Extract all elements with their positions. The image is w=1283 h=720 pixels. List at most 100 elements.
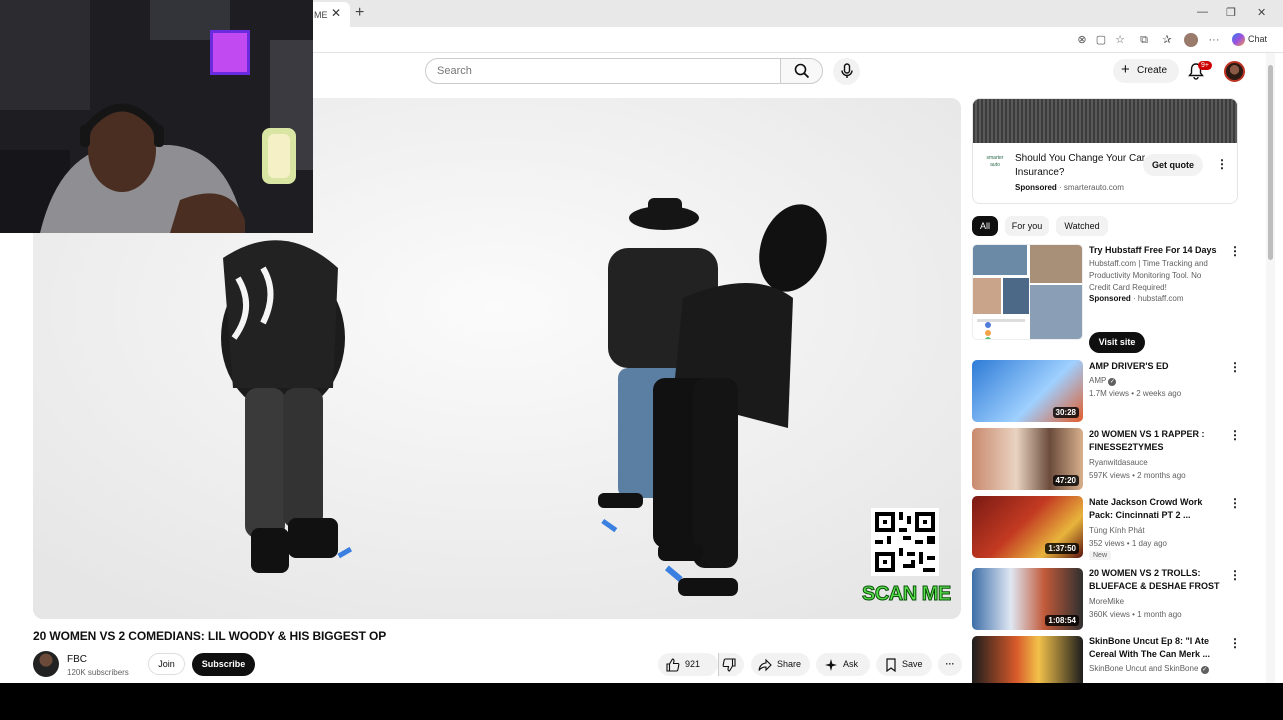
like-count: 921 <box>685 659 701 669</box>
rec-title: Nate Jackson Crowd Work Pack: Cincinnati… <box>1089 497 1203 520</box>
rec-title: 20 WOMEN VS 2 TROLLS: BLUEFACE & DESHAE … <box>1089 568 1220 591</box>
channel-avatar[interactable] <box>33 651 59 677</box>
copilot-icon <box>1232 33 1245 46</box>
ad-card[interactable]: smarter auto Should You Change Your Car … <box>972 98 1238 204</box>
restore-icon[interactable]: ❐ <box>1226 6 1236 19</box>
ad-title: Should You Change Your Car Insurance? <box>1015 153 1146 178</box>
notification-badge: 9+ <box>1198 61 1212 70</box>
rec-more-icon[interactable]: ⋮ <box>1229 636 1241 650</box>
chip-watched[interactable]: Watched <box>1056 216 1108 236</box>
create-label: Create <box>1137 65 1168 76</box>
search-button[interactable] <box>780 58 823 84</box>
tab-title: ME <box>314 10 328 20</box>
rec-title: SkinBone Uncut Ep 8: "I Ate Cereal With … <box>1089 636 1210 659</box>
rec-duration: 1:37:50 <box>1045 543 1079 554</box>
ad-more-icon[interactable]: ⋮ <box>1216 157 1228 171</box>
scan-me-overlay: SCAN ME <box>862 583 952 606</box>
extensions-puzzle-icon[interactable]: ⧉ <box>1137 33 1151 47</box>
rec-channel-name: AMP <box>1089 376 1107 385</box>
share-button[interactable]: Share <box>751 653 810 676</box>
more-menu-icon[interactable]: ··· <box>1207 33 1221 47</box>
split-screen-icon[interactable]: ▢ <box>1094 33 1108 47</box>
like-button[interactable]: 921 <box>658 653 718 676</box>
voice-search-button[interactable] <box>833 58 860 85</box>
scrollbar-thumb[interactable] <box>1268 65 1273 260</box>
get-quote-button[interactable]: Get quote <box>1143 154 1203 176</box>
account-avatar[interactable] <box>1224 61 1245 82</box>
rec-meta: 360K views • 1 month ago <box>1089 610 1182 619</box>
rec-thumbnail <box>972 244 1083 340</box>
favorites-icon[interactable]: ✰ <box>1160 33 1174 47</box>
microphone-icon <box>841 63 853 78</box>
chip-for-you[interactable]: For you <box>1005 216 1049 236</box>
subscriber-count: 120K subscribers <box>67 668 129 677</box>
channel-name[interactable]: FBC <box>67 654 87 665</box>
chip-all[interactable]: All <box>972 216 998 236</box>
rec-thumbnail: 47:20 <box>972 428 1083 490</box>
video-title: 20 WOMEN VS 2 COMEDIANS: LIL WOODY & HIS… <box>33 629 387 643</box>
thumbs-up-icon <box>666 658 680 672</box>
list-item[interactable]: 1:08:54 20 WOMEN VS 2 TROLLS: BLUEFACE &… <box>972 568 1242 632</box>
tab-close-icon[interactable]: ✕ <box>331 6 341 20</box>
join-button[interactable]: Join <box>148 653 185 675</box>
rec-channel[interactable]: MoreMike <box>1089 597 1124 606</box>
search-input[interactable]: Search <box>425 58 781 84</box>
webcam-overlay <box>0 0 313 233</box>
rec-thumbnail: 1:37:50 <box>972 496 1083 558</box>
list-item[interactable]: 1:37:50 Nate Jackson Crowd Work Pack: Ci… <box>972 496 1242 560</box>
rec-meta: 352 views • 1 day ago <box>1089 539 1167 548</box>
rec-thumbnail <box>972 636 1083 683</box>
rec-channel[interactable]: AMP ✓ <box>1089 376 1117 386</box>
rec-more-icon[interactable]: ⋮ <box>1229 428 1241 442</box>
dislike-button[interactable] <box>718 653 744 676</box>
more-actions-button[interactable]: ··· <box>938 653 962 676</box>
subscribe-button[interactable]: Subscribe <box>192 653 255 676</box>
rec-thumbnail: 30:28 <box>972 360 1083 422</box>
rec-description: Hubstaff.com | Time Tracking and Product… <box>1089 259 1208 292</box>
sponsored-label: Sponsored <box>1089 294 1131 303</box>
sparkle-icon <box>825 659 837 671</box>
favorite-star-icon[interactable]: ☆ <box>1113 33 1127 47</box>
rec-meta: 597K views • 2 months ago <box>1089 471 1186 480</box>
rec-thumbnail: 1:08:54 <box>972 568 1083 630</box>
new-badge: New <box>1089 551 1112 560</box>
search-icon <box>794 63 810 79</box>
close-window-icon[interactable]: ✕ <box>1257 6 1266 19</box>
more-horizontal-icon: ··· <box>945 659 955 669</box>
ad-domain: smarterauto.com <box>1063 183 1124 192</box>
rec-more-icon[interactable]: ⋮ <box>1229 496 1241 510</box>
verified-icon: ✓ <box>1108 378 1117 386</box>
plus-icon: + <box>1121 61 1130 78</box>
minimize-icon[interactable]: — <box>1197 6 1208 18</box>
profile-icon[interactable] <box>1184 33 1198 47</box>
rec-channel[interactable]: Ryanwitdasauce <box>1089 458 1148 467</box>
create-button[interactable]: + Create <box>1113 59 1179 83</box>
ask-button[interactable]: Ask <box>816 653 870 676</box>
extension-icon[interactable]: ⊗ <box>1075 33 1089 47</box>
sponsored-label: Sponsored <box>1015 183 1057 192</box>
rec-more-icon[interactable]: ⋮ <box>1229 568 1241 582</box>
qr-code <box>871 508 939 576</box>
share-label: Share <box>777 659 802 669</box>
save-button[interactable]: Save <box>876 653 932 676</box>
rec-more-icon[interactable]: ⋮ <box>1229 360 1241 374</box>
rec-channel[interactable]: Tùng Kính Phát <box>1089 526 1145 535</box>
rec-channel[interactable]: SkinBone Uncut and SkinBone ✓ <box>1089 664 1209 674</box>
rec-sponsor-line: Sponsored · hubstaff.com <box>1089 294 1184 303</box>
share-icon <box>758 658 772 672</box>
ad-sponsor-line: Sponsored · smarterauto.com <box>1015 183 1124 192</box>
webcam-feed <box>0 0 313 233</box>
visit-site-button[interactable]: Visit site <box>1089 332 1145 353</box>
list-item[interactable]: 30:28 AMP DRIVER'S ED AMP ✓ 1.7M views •… <box>972 360 1242 424</box>
rec-domain: hubstaff.com <box>1137 294 1184 303</box>
chat-label: Chat <box>1248 33 1268 44</box>
rec-title: Try Hubstaff Free For 14 Days <box>1089 245 1217 255</box>
list-item[interactable]: SkinBone Uncut Ep 8: "I Ate Cereal With … <box>972 636 1242 683</box>
screen: ME ✕ + — ❐ ✕ ⊗ ▢ ☆ ⧉ ✰ ··· Chat Search +… <box>0 0 1283 683</box>
new-tab-icon[interactable]: + <box>355 4 364 22</box>
list-item[interactable]: 47:20 20 WOMEN VS 1 RAPPER : FINESSE2TYM… <box>972 428 1242 492</box>
rec-meta: 1.7M views • 2 weeks ago <box>1089 389 1182 398</box>
copilot-chat-button[interactable]: Chat <box>1232 33 1267 46</box>
rec-more-icon[interactable]: ⋮ <box>1229 244 1241 258</box>
list-item[interactable]: Try Hubstaff Free For 14 Days Hubstaff.c… <box>972 244 1242 354</box>
